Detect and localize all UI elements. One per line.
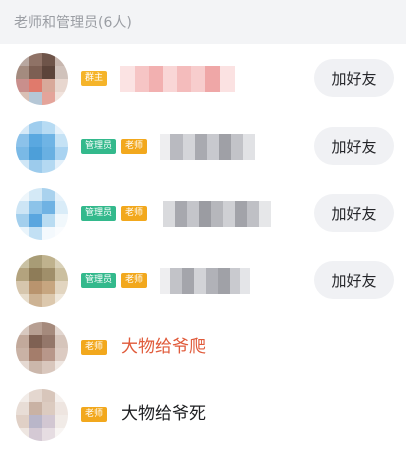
member-name-blurred	[160, 268, 250, 294]
teacher-badge: 老师	[121, 139, 148, 154]
member-name-blurred	[120, 66, 235, 92]
add-friend-button[interactable]: 加好友	[314, 127, 394, 165]
admin-badge: 管理员	[81, 273, 117, 288]
section-title: 老师和管理员(6人)	[14, 15, 132, 31]
avatar[interactable]	[16, 121, 68, 173]
section-header: 老师和管理员(6人)	[0, 0, 406, 44]
add-friend-button[interactable]: 加好友	[314, 194, 394, 232]
add-friend-button[interactable]: 加好友	[314, 59, 394, 97]
avatar[interactable]	[16, 389, 68, 441]
member-row[interactable]: 老师 大物给爷爬	[0, 313, 406, 380]
teacher-badge: 老师	[121, 206, 148, 221]
member-name: 大物给爷爬	[121, 337, 206, 357]
member-name-blurred	[160, 134, 255, 160]
avatar[interactable]	[16, 188, 68, 240]
member-row[interactable]: 管理员 老师 加好友	[0, 179, 406, 246]
avatar[interactable]	[16, 322, 68, 374]
member-row[interactable]: 管理员 老师 加好友	[0, 246, 406, 313]
member-row[interactable]: 群主 加好友	[0, 44, 406, 112]
member-name: 大物给爷死	[121, 404, 206, 424]
admin-badge: 管理员	[81, 139, 117, 154]
avatar[interactable]	[16, 255, 68, 307]
member-row[interactable]: 管理员 老师 加好友	[0, 112, 406, 179]
member-row[interactable]: 老师 大物给爷死	[0, 380, 406, 447]
teacher-badge: 老师	[121, 273, 148, 288]
member-name-blurred	[163, 201, 271, 227]
admin-badge: 管理员	[81, 206, 117, 221]
add-friend-button[interactable]: 加好友	[314, 261, 394, 299]
teacher-badge: 老师	[81, 407, 108, 422]
avatar[interactable]	[16, 53, 68, 105]
member-list: 群主 加好友 管理员 老师 加好友 管理员 老师 加好友 管理员 老师 加好友 …	[0, 44, 406, 447]
owner-badge: 群主	[81, 71, 108, 86]
teacher-badge: 老师	[81, 340, 108, 355]
